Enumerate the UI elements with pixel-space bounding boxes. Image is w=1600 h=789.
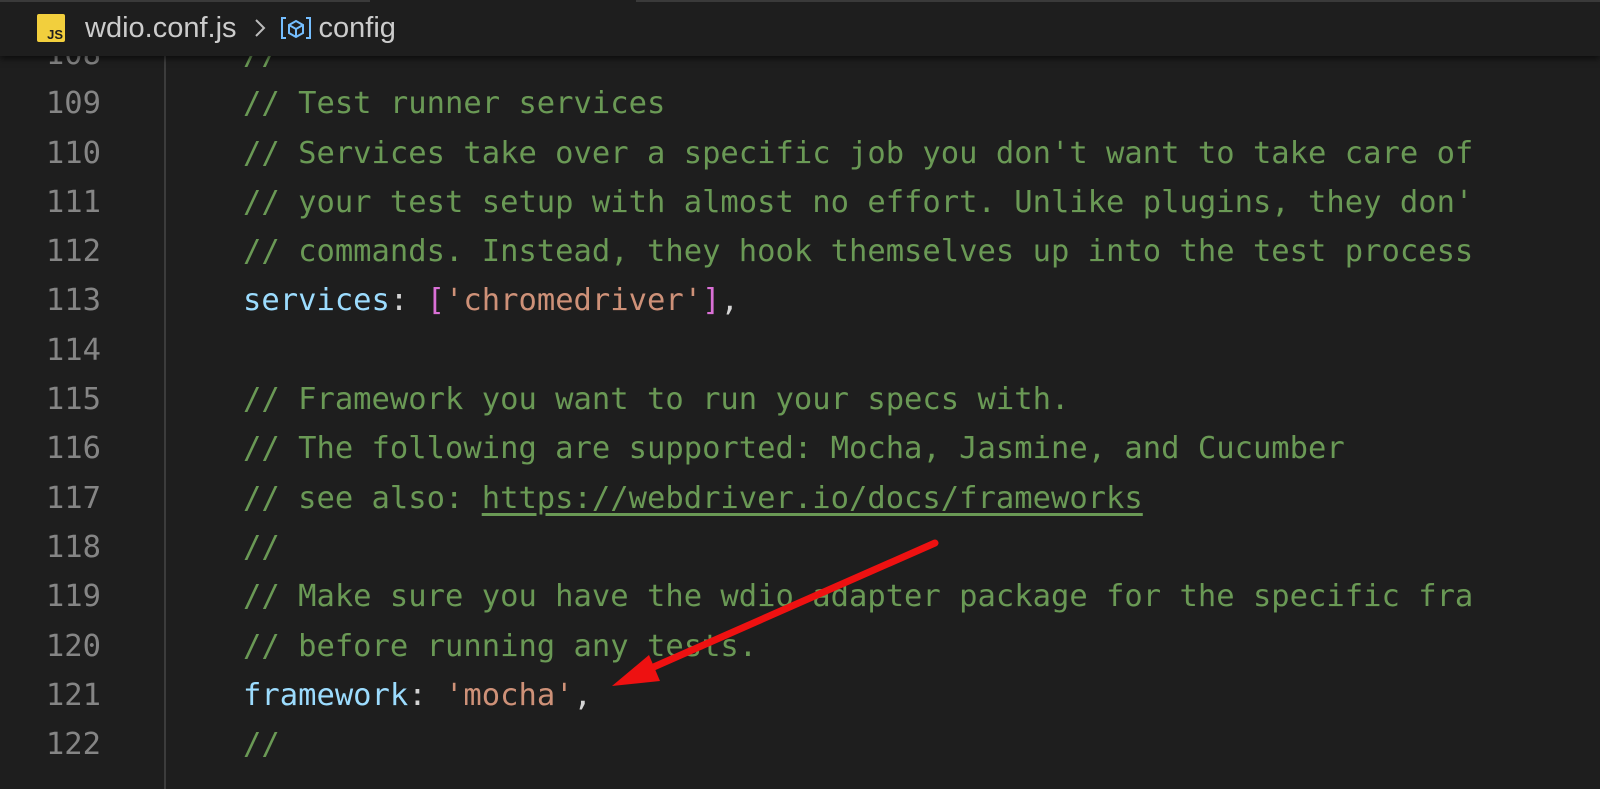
code-token: // see also:	[243, 480, 482, 516]
code-line[interactable]: 113 services: ['chromedriver'],	[0, 276, 1600, 325]
code-token: //	[243, 529, 280, 565]
code-token: // commands. Instead, they hook themselv…	[243, 234, 1474, 270]
code-token: // Framework you want to run your specs …	[243, 382, 1070, 418]
line-text[interactable]: // Test runner services	[243, 79, 665, 128]
code-token: // Services take over a specific job you…	[243, 135, 1474, 171]
code-line[interactable]: 122 //	[0, 720, 1600, 769]
breadcrumb-symbol[interactable]: config	[319, 12, 396, 45]
code-token: ]	[702, 283, 721, 319]
line-text[interactable]: // see also: https://webdriver.io/docs/f…	[243, 474, 1143, 523]
code-line[interactable]: 111 // your test setup with almost no eff…	[0, 178, 1600, 227]
code-line[interactable]: 115 // Framework you want to run your spe…	[0, 375, 1600, 424]
line-text[interactable]: // commands. Instead, they hook themselv…	[243, 227, 1473, 276]
line-number: 121	[45, 677, 101, 713]
code-token: // your test setup with almost no effort…	[243, 184, 1474, 220]
code-line[interactable]: 120 // before running any tests.	[0, 622, 1600, 671]
code-line[interactable]: 118 //	[0, 523, 1600, 572]
breadcrumb-file[interactable]: wdio.conf.js	[85, 12, 237, 45]
breadcrumb: JS wdio.conf.js config	[0, 0, 1600, 56]
code-link[interactable]: https://webdriver.io/docs/frameworks	[482, 481, 1143, 516]
line-number: 122	[45, 727, 101, 763]
line-number: 117	[45, 480, 101, 516]
line-text[interactable]: framework: 'mocha',	[243, 671, 592, 720]
chevron-right-icon	[254, 19, 265, 37]
code-token: ,	[720, 283, 739, 319]
line-text[interactable]: // Framework you want to run your specs …	[243, 375, 1069, 424]
symbol-variable-icon	[280, 17, 311, 39]
line-number: 120	[45, 628, 101, 664]
line-number: 118	[45, 529, 101, 565]
code-token: // Test runner services	[243, 86, 666, 122]
code-line[interactable]: 116 // The following are supported: Mocha…	[0, 424, 1600, 473]
code-area[interactable]: 108//109// Test runner services110// Ser…	[0, 30, 1600, 769]
code-token: 'mocha'	[445, 677, 574, 713]
code-token: services	[243, 283, 390, 319]
line-number: 109	[45, 86, 101, 122]
line-text[interactable]: services: ['chromedriver'],	[243, 276, 739, 325]
code-token: // before running any tests.	[243, 628, 758, 664]
line-number: 111	[45, 184, 101, 220]
tab-strip-border	[0, 0, 370, 2]
line-text[interactable]: // The following are supported: Mocha, J…	[243, 424, 1345, 473]
code-token: 'chromedriver'	[445, 283, 703, 319]
code-token: ,	[573, 677, 592, 713]
code-line[interactable]: 121 framework: 'mocha',	[0, 671, 1600, 720]
line-number: 113	[45, 283, 101, 319]
code-line[interactable]: 110 // Services take over a specific job …	[0, 129, 1600, 178]
line-number: 115	[45, 382, 101, 418]
line-text[interactable]: // before running any tests.	[243, 622, 757, 671]
javascript-file-icon: JS	[37, 14, 65, 42]
tab-strip-border-right	[636, 0, 1600, 2]
code-token: // The following are supported: Mocha, J…	[243, 431, 1345, 467]
line-text[interactable]: // Make sure you have the wdio adapter p…	[243, 572, 1473, 621]
code-token: // Make sure you have the wdio adapter p…	[243, 579, 1474, 615]
line-text[interactable]: // Services take over a specific job you…	[243, 129, 1473, 178]
code-line[interactable]: 119 // Make sure you have the wdio adapte…	[0, 572, 1600, 621]
code-token: :	[389, 283, 427, 319]
code-line[interactable]: 109 // Test runner services	[0, 79, 1600, 128]
code-editor[interactable]: JS wdio.conf.js config 108//109// Test r…	[0, 0, 1600, 789]
line-text[interactable]: //	[243, 523, 280, 572]
code-token: //	[243, 727, 280, 763]
code-line[interactable]: 114	[0, 326, 1600, 375]
line-number: 112	[45, 234, 101, 270]
line-text[interactable]: // your test setup with almost no effort…	[243, 178, 1473, 227]
code-line[interactable]: 117 // see also: https://webdriver.io/doc…	[0, 474, 1600, 523]
line-number: 116	[45, 431, 101, 467]
line-number: 114	[45, 332, 101, 368]
line-number: 119	[45, 579, 101, 615]
line-number: 110	[45, 135, 101, 171]
line-text[interactable]: //	[243, 720, 280, 769]
code-token: framework	[243, 677, 409, 713]
code-token: [	[426, 283, 446, 319]
code-token: :	[408, 677, 445, 713]
code-line[interactable]: 112 // commands. Instead, they hook thems…	[0, 227, 1600, 276]
